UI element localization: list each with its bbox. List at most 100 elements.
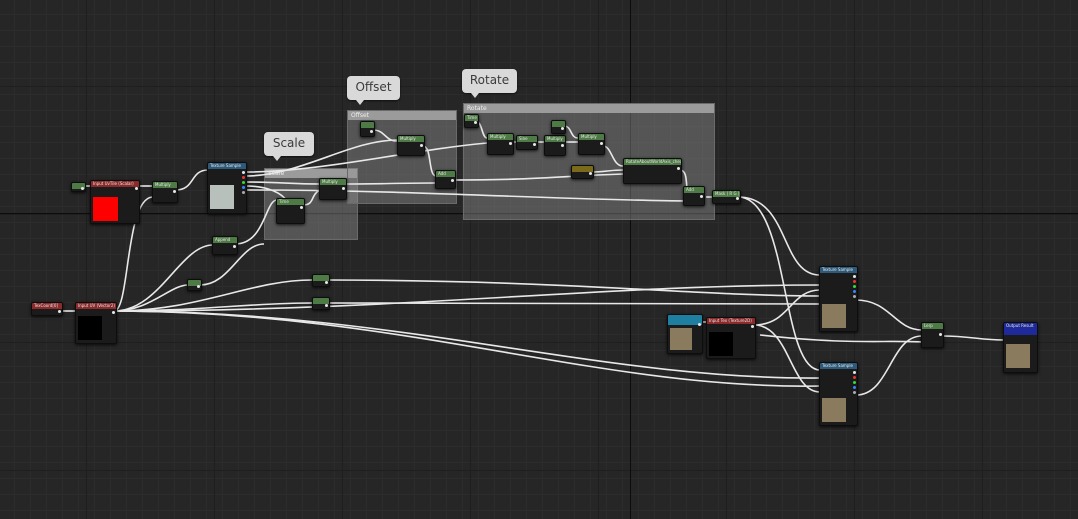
noise-texture-preview: [210, 185, 234, 209]
output-pin[interactable]: [509, 142, 512, 145]
output-result-preview: [1006, 344, 1030, 368]
wire: [563, 125, 579, 139]
multiply-node-scale[interactable]: Multiply: [319, 178, 347, 200]
output-pin-a[interactable]: [853, 295, 856, 298]
output-pin[interactable]: [561, 127, 564, 130]
output-pin[interactable]: [342, 187, 345, 190]
output-pin-g[interactable]: [853, 381, 856, 384]
wire: [855, 335, 923, 396]
output-pin[interactable]: [589, 172, 592, 175]
output-pin[interactable]: [677, 167, 680, 170]
constant-uv-tile-node[interactable]: [71, 182, 86, 192]
constant-node[interactable]: [187, 279, 202, 291]
output-pin-rgb[interactable]: [853, 275, 856, 278]
texcoord-node[interactable]: TexCoord[0]: [31, 302, 63, 316]
material-graph-canvas[interactable]: Scale Offset Rotate Scale Offset Rotate: [0, 0, 1078, 519]
constant-node-mid-2[interactable]: [312, 297, 330, 310]
constant-node-mid-1[interactable]: [312, 274, 330, 287]
texture-sample-preview: [822, 398, 846, 422]
output-pin[interactable]: [300, 206, 303, 209]
output-pin-rgb[interactable]: [242, 171, 245, 174]
wire: [245, 142, 488, 173]
output-pin[interactable]: [698, 323, 701, 326]
output-pin[interactable]: [451, 179, 454, 182]
wire: [344, 182, 436, 185]
output-pin[interactable]: [112, 311, 115, 314]
time-title: Time: [465, 115, 478, 121]
sine-node[interactable]: Sine: [516, 135, 538, 150]
output-pin[interactable]: [370, 130, 373, 133]
output-pin-b[interactable]: [853, 386, 856, 389]
output-pin-g[interactable]: [853, 285, 856, 288]
uv-tile-color-preview: [93, 197, 118, 221]
output-pin-b[interactable]: [242, 186, 245, 189]
time-node-rotate[interactable]: Time: [464, 114, 479, 128]
multiply-node-offset[interactable]: Multiply: [397, 135, 425, 156]
time-node[interactable]: Time: [276, 198, 305, 224]
output-pin[interactable]: [751, 325, 754, 328]
lerp-node[interactable]: Lerp: [921, 322, 944, 348]
output-result-node[interactable]: Output Result: [1003, 322, 1038, 373]
texture-sample-title: Texture Sample: [820, 267, 857, 273]
texture-sample-node-bot[interactable]: Texture Sample: [819, 362, 858, 426]
output-pin[interactable]: [474, 121, 477, 124]
multiply-node[interactable]: Multiply: [152, 181, 178, 203]
input-uv-tile-node[interactable]: Input UvTile (Scalar): [90, 180, 140, 224]
constant-node-title: [361, 122, 374, 128]
multiply-node-rotate[interactable]: Multiply: [487, 133, 514, 155]
time-title: Time: [277, 199, 304, 205]
output-pin-r[interactable]: [853, 376, 856, 379]
output-pin[interactable]: [700, 195, 703, 198]
output-pin-a[interactable]: [853, 391, 856, 394]
wire: [941, 335, 1005, 341]
texture-sample-node-mid[interactable]: Texture Sample: [819, 266, 858, 332]
output-pin-r[interactable]: [242, 176, 245, 179]
output-pin[interactable]: [173, 190, 176, 193]
append-node[interactable]: Append: [212, 236, 238, 255]
uv-preview: [78, 316, 102, 340]
multiply-node-rotate-3[interactable]: Multiply: [578, 133, 605, 155]
output-pin[interactable]: [58, 310, 61, 313]
multiply-title: Multiply: [153, 182, 177, 188]
texture-object-preview: [670, 328, 692, 350]
texture-sample-preview: [822, 304, 846, 328]
texture-object-title: [668, 315, 702, 325]
output-pin[interactable]: [420, 144, 423, 147]
output-pin[interactable]: [197, 285, 200, 288]
output-pin[interactable]: [533, 143, 536, 146]
add-node[interactable]: Add: [435, 170, 456, 189]
output-pin-r[interactable]: [853, 280, 856, 283]
wire: [855, 299, 923, 331]
constant-offset-node[interactable]: [360, 121, 375, 137]
mask-rg-node[interactable]: Mask ( R G ): [712, 190, 741, 204]
constant-rotate-node[interactable]: [551, 120, 566, 134]
wire: [602, 145, 624, 167]
multiply-title: Multiply: [488, 134, 513, 140]
constant-vector-node[interactable]: [571, 165, 594, 179]
texture-sample-node-top[interactable]: Texture Sample: [207, 162, 247, 214]
input-uv-node[interactable]: Input UV (Vector2): [75, 302, 117, 344]
output-pin-b[interactable]: [853, 290, 856, 293]
rotate-about-axis-title: RotateAboutWorldAxis_cheap: [624, 159, 681, 165]
output-pin[interactable]: [233, 245, 236, 248]
wire: [113, 284, 189, 312]
output-pin-rgb[interactable]: [853, 371, 856, 374]
output-pin[interactable]: [600, 142, 603, 145]
add-node-rotate[interactable]: Add: [683, 186, 705, 206]
output-pin[interactable]: [736, 197, 739, 200]
multiply-node-rotate-2[interactable]: Multiply: [544, 135, 566, 156]
output-pin[interactable]: [81, 187, 84, 190]
output-pin-a[interactable]: [242, 191, 245, 194]
output-pin[interactable]: [135, 187, 138, 190]
output-pin-g[interactable]: [242, 181, 245, 184]
input-tex-node[interactable]: Input Tex (Texture2D): [706, 317, 756, 359]
texture-object-node[interactable]: [667, 314, 703, 354]
output-pin[interactable]: [939, 333, 942, 336]
rotate-about-axis-node[interactable]: RotateAboutWorldAxis_cheap: [623, 158, 682, 184]
output-pin[interactable]: [561, 144, 564, 147]
input-uv-tile-title: Input UvTile (Scalar): [91, 181, 139, 187]
output-pin[interactable]: [325, 281, 328, 284]
output-pin[interactable]: [325, 304, 328, 307]
wire: [591, 169, 624, 173]
multiply-title: Multiply: [398, 136, 424, 142]
